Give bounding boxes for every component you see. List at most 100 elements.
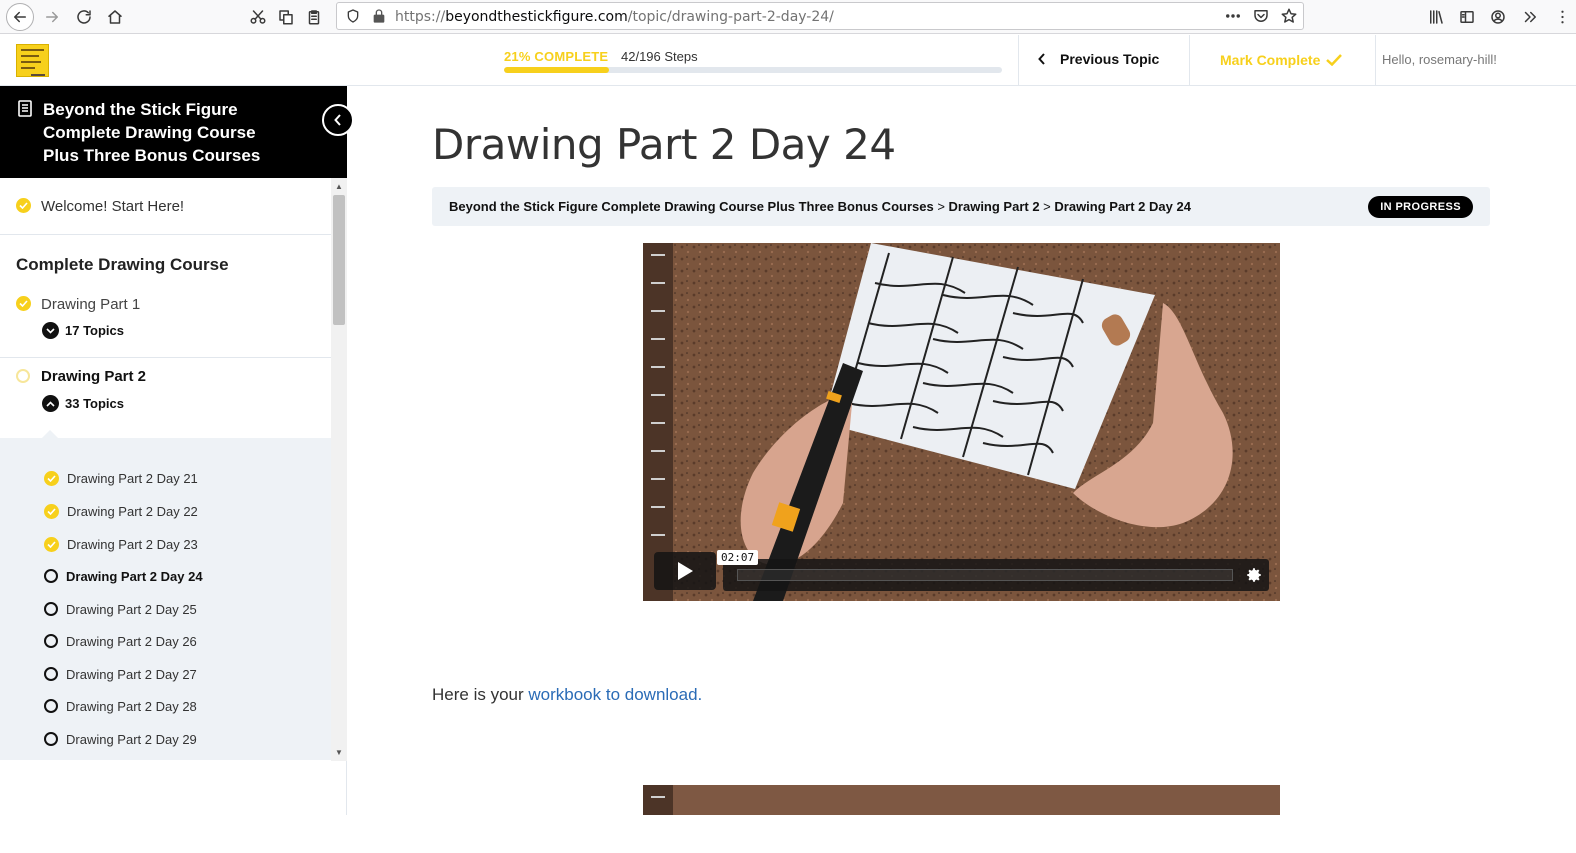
- copy-icon[interactable]: [274, 5, 298, 29]
- topic-item[interactable]: Drawing Part 2 Day 21: [44, 469, 198, 487]
- mark-complete-label: Mark Complete: [1220, 52, 1321, 68]
- workbook-paragraph: Here is your workbook to download.: [432, 685, 702, 705]
- progress-bar-fill: [504, 67, 609, 73]
- header-divider: [1018, 35, 1019, 85]
- topic-label: Drawing Part 2 Day 24: [66, 568, 203, 584]
- settings-gear-icon[interactable]: [1245, 566, 1263, 584]
- user-greeting[interactable]: Hello, rosemary-hill!: [1382, 52, 1497, 67]
- scrollbar-thumb[interactable]: [333, 195, 345, 325]
- topic-item[interactable]: Drawing Part 2 Day 27: [44, 665, 197, 683]
- lock-icon[interactable]: [367, 4, 391, 28]
- breadcrumb-separator: >: [933, 199, 949, 214]
- empty-circle-icon: [44, 602, 58, 616]
- empty-circle-icon: [44, 699, 58, 713]
- breadcrumb-lesson-link[interactable]: Drawing Part 2: [949, 199, 1040, 214]
- mark-complete-button[interactable]: Mark Complete: [1220, 52, 1343, 68]
- topic-item[interactable]: Drawing Part 2 Day 23: [44, 535, 198, 553]
- sidebar-item-welcome[interactable]: Welcome! Start Here!: [0, 178, 331, 235]
- library-icon[interactable]: [1424, 5, 1448, 29]
- sidebar-lesson-part-1[interactable]: Drawing Part 1 17 Topics: [0, 288, 331, 358]
- sidebar-collapse-button[interactable]: [322, 104, 354, 136]
- forward-icon[interactable]: [40, 5, 64, 29]
- sidebar-lesson-part-2[interactable]: Drawing Part 2 33 Topics: [0, 359, 331, 438]
- account-icon[interactable]: [1486, 5, 1510, 29]
- video-frame-image: [643, 785, 1280, 815]
- previous-topic-label: Previous Topic: [1060, 51, 1160, 67]
- chevron-up-icon: [42, 395, 59, 412]
- chevron-left-icon: [334, 114, 341, 126]
- breadcrumb-bar: Beyond the Stick Figure Complete Drawing…: [432, 187, 1490, 226]
- address-bar[interactable]: https://beyondthestickfigure.com/topic/d…: [336, 2, 1304, 30]
- lesson-title: Drawing Part 2: [41, 368, 147, 385]
- topic-label: Drawing Part 2 Day 23: [67, 536, 198, 552]
- topic-label: Drawing Part 2 Day 26: [66, 633, 197, 649]
- progress-bar: [504, 67, 1002, 73]
- video-player[interactable]: 02:07: [643, 243, 1280, 601]
- sidebar-icon[interactable]: [1455, 5, 1479, 29]
- topic-item[interactable]: Drawing Part 2 Day 25: [44, 600, 197, 618]
- pocket-icon[interactable]: [1249, 4, 1273, 28]
- topic-label: Drawing Part 2 Day 22: [67, 503, 198, 519]
- status-badge: IN PROGRESS: [1368, 196, 1473, 218]
- page-title: Drawing Part 2 Day 24: [432, 120, 896, 169]
- lesson-topics-toggle[interactable]: 17 Topics: [42, 322, 124, 339]
- progress-circle-icon: [16, 369, 30, 383]
- breadcrumb-course-link[interactable]: Beyond the Stick Figure Complete Drawing…: [449, 199, 934, 214]
- video-frame-image: [643, 243, 1280, 601]
- chevron-down-icon: [42, 322, 59, 339]
- empty-circle-icon: [44, 667, 58, 681]
- check-circle-icon: [44, 536, 59, 552]
- scroll-up-icon[interactable]: ▲: [335, 182, 343, 191]
- topic-item[interactable]: Drawing Part 2 Day 22: [44, 502, 198, 520]
- chevron-left-icon: [1038, 53, 1045, 65]
- more-icon[interactable]: [1221, 4, 1245, 28]
- overflow-icon[interactable]: [1518, 5, 1542, 29]
- back-icon[interactable]: [6, 3, 34, 31]
- cut-icon[interactable]: [246, 5, 270, 29]
- paste-icon[interactable]: [302, 5, 326, 29]
- workbook-text: Here is your: [432, 685, 529, 704]
- topic-panel-notch: [42, 430, 58, 438]
- header-divider: [1375, 35, 1376, 85]
- lesson-topics-count: 17 Topics: [65, 323, 125, 338]
- topic-item[interactable]: Drawing Part 2 Day 29: [44, 730, 197, 748]
- topic-label: Drawing Part 2 Day 27: [66, 666, 197, 682]
- header-divider: [1189, 35, 1190, 85]
- topic-item[interactable]: Drawing Part 2 Day 26: [44, 632, 197, 650]
- previous-topic-button[interactable]: Previous Topic: [1038, 51, 1159, 67]
- topic-item[interactable]: Drawing Part 2 Day 28: [44, 697, 197, 715]
- empty-circle-icon: [44, 569, 58, 583]
- url-text[interactable]: https://beyondthestickfigure.com/topic/d…: [395, 9, 834, 25]
- play-button[interactable]: [654, 552, 716, 590]
- scroll-down-icon[interactable]: ▼: [335, 748, 343, 757]
- topic-label: Drawing Part 2 Day 28: [66, 698, 197, 714]
- sidebar-scroll-area: Welcome! Start Here! Complete Drawing Co…: [0, 178, 331, 853]
- second-video-player[interactable]: [643, 785, 1280, 815]
- topic-list: Drawing Part 2 Day 21 Drawing Part 2 Day…: [0, 438, 331, 760]
- reload-icon[interactable]: [72, 5, 96, 29]
- workbook-download-link[interactable]: workbook to download.: [528, 685, 702, 704]
- progress-percent: 21% COMPLETE: [504, 49, 609, 64]
- star-icon[interactable]: [1277, 4, 1301, 28]
- breadcrumb: Beyond the Stick Figure Complete Drawing…: [449, 199, 1191, 214]
- home-icon[interactable]: [103, 5, 127, 29]
- sidebar-course-title[interactable]: Beyond the Stick Figure Complete Drawing…: [43, 98, 283, 167]
- site-header: 21% COMPLETE 42/196 Steps Previous Topic…: [0, 35, 1576, 86]
- lesson-title: Drawing Part 1: [41, 296, 141, 313]
- checkmark-icon: [1326, 54, 1343, 66]
- video-controls: [723, 559, 1269, 591]
- lesson-topics-toggle[interactable]: 33 Topics: [42, 395, 124, 412]
- video-progress-track[interactable]: [737, 569, 1233, 581]
- topic-item-current[interactable]: Drawing Part 2 Day 24: [44, 567, 203, 585]
- shield-icon[interactable]: [341, 4, 365, 28]
- empty-circle-icon: [44, 732, 58, 746]
- sidebar-section-title: Complete Drawing Course: [16, 255, 229, 274]
- sidebar-scrollbar[interactable]: ▲ ▼: [331, 178, 347, 761]
- check-circle-icon: [16, 198, 31, 213]
- video-time-tooltip: 02:07: [717, 550, 759, 565]
- topic-label: Drawing Part 2 Day 29: [66, 731, 197, 747]
- breadcrumb-topic-link[interactable]: Drawing Part 2 Day 24: [1054, 199, 1191, 214]
- menu-icon[interactable]: [1552, 5, 1576, 29]
- progress-steps: 42/196 Steps: [621, 49, 698, 64]
- site-logo[interactable]: [16, 44, 49, 77]
